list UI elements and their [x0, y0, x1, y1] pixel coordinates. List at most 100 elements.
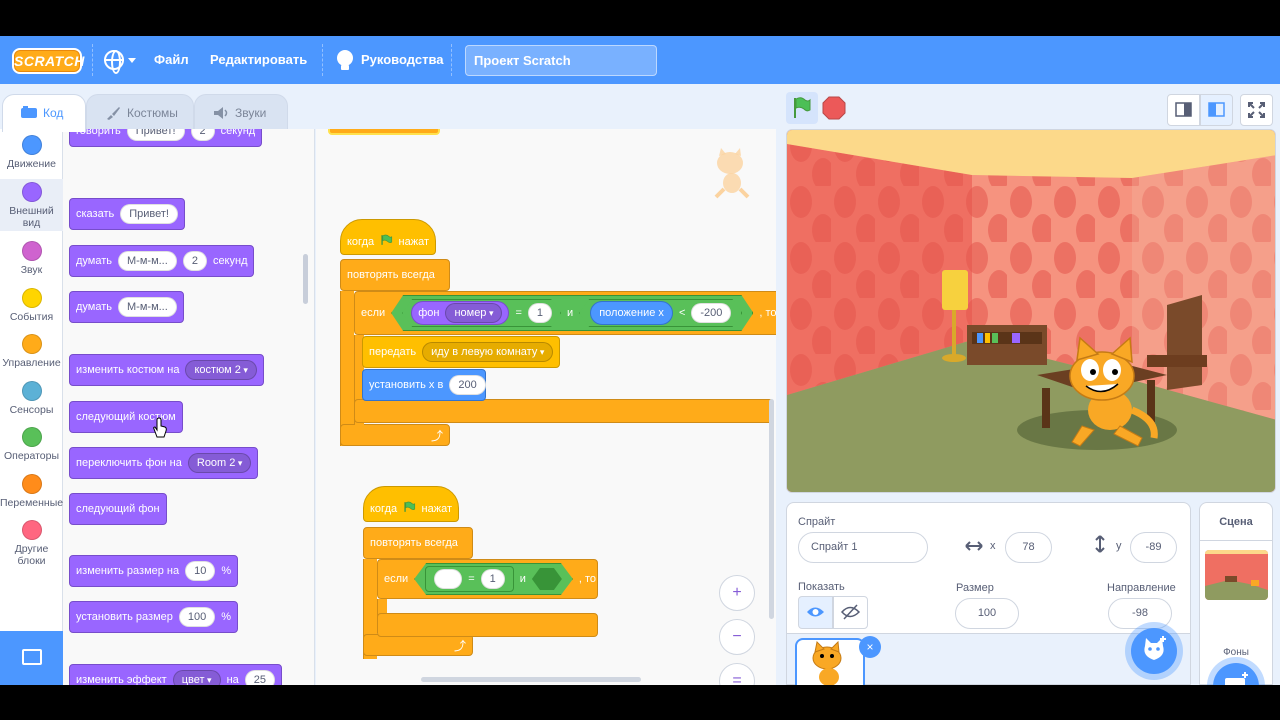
block-input[interactable]: М-м-м...: [118, 297, 177, 317]
effect-dropdown[interactable]: цвет: [172, 670, 221, 685]
block-next-backdrop[interactable]: следующий фон: [69, 493, 167, 525]
menu-tutorials[interactable]: Руководства: [361, 36, 444, 84]
backdrop-reporter[interactable]: фон номер: [411, 301, 509, 325]
equals-operator[interactable]: = 1: [425, 566, 514, 592]
block-input[interactable]: 2: [182, 251, 207, 271]
block-text: сказать: [76, 208, 115, 220]
block-input[interactable]: 100: [178, 607, 216, 627]
menu-file[interactable]: Файл: [154, 36, 189, 84]
block-input[interactable]: Привет!: [120, 204, 178, 224]
block-input[interactable]: М-м-м...: [118, 251, 177, 271]
block-input[interactable]: Привет!: [126, 129, 185, 141]
if-end[interactable]: [377, 613, 598, 637]
less-than-operator[interactable]: положение x < -200: [579, 299, 742, 327]
block-input[interactable]: -200: [691, 303, 731, 323]
block-change-effect[interactable]: изменить эффект цвет на 25: [69, 664, 283, 685]
equals-operator[interactable]: фон номер = 1: [402, 299, 561, 327]
forever-block[interactable]: повторять всегда: [363, 527, 473, 559]
horizontal-scrollbar[interactable]: [421, 677, 641, 682]
x-input[interactable]: 78: [1005, 532, 1052, 563]
empty-input[interactable]: [434, 569, 462, 589]
show-hidden-button[interactable]: [833, 596, 868, 629]
block-change-size[interactable]: изменить размер на 10 %: [69, 555, 239, 587]
forever-block[interactable]: повторять всегда: [340, 259, 450, 291]
block-input[interactable]: 1: [528, 303, 552, 323]
and-operator[interactable]: фон номер = 1 и положение x < -200: [391, 295, 753, 331]
green-flag-button[interactable]: [786, 92, 818, 124]
lightbulb-icon[interactable]: [337, 50, 353, 70]
tab-code[interactable]: Код: [2, 94, 86, 132]
block-input[interactable]: 1: [481, 569, 505, 589]
category-sensing[interactable]: Сенсоры: [0, 381, 63, 416]
backdrop-thumbnail[interactable]: [1205, 550, 1268, 600]
fullscreen-button[interactable]: [1240, 94, 1273, 126]
add-sprite-button[interactable]: [1131, 628, 1177, 674]
direction-input[interactable]: -98: [1108, 598, 1172, 629]
and-operator[interactable]: = 1 и: [414, 563, 573, 595]
category-label: Другие блоки: [14, 543, 49, 567]
show-visible-button[interactable]: [798, 596, 833, 629]
vertical-scrollbar[interactable]: [769, 399, 774, 619]
size-input[interactable]: 100: [955, 598, 1019, 629]
block-say-for-secs[interactable]: говорить Привет! 2 секунд: [69, 129, 263, 147]
category-events[interactable]: События: [0, 288, 63, 323]
x-position-reporter[interactable]: положение x: [590, 301, 673, 325]
sprite-thumbnail[interactable]: ×: [795, 636, 881, 685]
block-text: думать: [76, 301, 113, 313]
forever-end[interactable]: ⤴: [363, 634, 473, 656]
block-say[interactable]: сказать Привет!: [69, 198, 185, 230]
category-looks[interactable]: Внешний вид: [0, 179, 63, 231]
globe-icon[interactable]: [104, 50, 124, 74]
broadcast-block[interactable]: передать иду в левую комнату: [362, 336, 560, 368]
chevron-down-icon[interactable]: [128, 58, 136, 63]
backdrop-attribute-dropdown[interactable]: номер: [445, 303, 502, 323]
block-input[interactable]: 25: [244, 670, 276, 685]
zoom-in-button[interactable]: +: [719, 575, 755, 611]
block-think-for-secs[interactable]: думать М-м-м... 2 секунд: [69, 245, 255, 277]
zoom-out-button[interactable]: −: [719, 619, 755, 655]
block-think[interactable]: думать М-м-м...: [69, 291, 184, 323]
backdrop-dropdown[interactable]: Room 2: [187, 453, 252, 473]
y-input[interactable]: -89: [1130, 532, 1177, 563]
palette-scrollbar[interactable]: [303, 254, 308, 304]
if-end[interactable]: [354, 399, 774, 423]
set-x-block[interactable]: установить x в 200: [362, 369, 486, 401]
if-block[interactable]: если = 1 и , то: [377, 559, 598, 599]
empty-boolean-slot[interactable]: [532, 568, 562, 590]
stage[interactable]: [786, 129, 1276, 493]
block-input[interactable]: 200: [449, 375, 486, 395]
menu-edit[interactable]: Редактировать: [210, 36, 307, 84]
delete-sprite-button[interactable]: ×: [859, 636, 881, 658]
stop-button[interactable]: [820, 94, 852, 126]
tab-sounds[interactable]: Звуки: [194, 94, 288, 130]
small-stage-button[interactable]: [1167, 94, 1200, 126]
stage-scene-room: [787, 130, 1275, 492]
category-operators[interactable]: Операторы: [0, 427, 63, 462]
sprite-name-input[interactable]: Спрайт 1: [798, 532, 928, 563]
costume-dropdown[interactable]: костюм 2: [185, 360, 257, 380]
category-control[interactable]: Управление: [0, 334, 63, 369]
block-switch-costume[interactable]: изменить костюм на костюм 2: [69, 354, 264, 386]
if-block[interactable]: если фон номер = 1 и положение x: [354, 291, 776, 335]
category-my-blocks[interactable]: Другие блоки: [0, 520, 63, 567]
partial-block[interactable]: [328, 129, 440, 135]
category-motion[interactable]: Движение: [0, 135, 63, 170]
block-set-size[interactable]: установить размер 100 %: [69, 601, 239, 633]
block-input[interactable]: 10: [185, 561, 216, 581]
add-backdrop-button[interactable]: [1213, 663, 1259, 685]
tab-costumes[interactable]: Костюмы: [86, 94, 194, 130]
message-dropdown[interactable]: иду в левую комнату: [422, 342, 554, 362]
scratch-logo[interactable]: SCRATCH: [12, 48, 84, 74]
block-input[interactable]: 2: [190, 129, 215, 141]
forever-end[interactable]: ⤴: [340, 424, 450, 446]
zoom-reset-button[interactable]: =: [719, 663, 755, 685]
category-variables[interactable]: Переменные: [0, 474, 63, 509]
add-extension-button[interactable]: [0, 631, 63, 685]
when-flag-clicked-hat[interactable]: когда нажат: [363, 486, 459, 522]
block-switch-backdrop[interactable]: переключить фон на Room 2: [69, 447, 259, 479]
category-sound[interactable]: Звук: [0, 241, 63, 276]
project-title-input[interactable]: Проект Scratch: [465, 45, 657, 76]
when-flag-clicked-hat[interactable]: когда нажат: [340, 219, 436, 255]
scratch-editor: SCRATCH Файл Редактировать Руководства П…: [0, 36, 1280, 685]
normal-stage-button[interactable]: [1200, 94, 1233, 126]
